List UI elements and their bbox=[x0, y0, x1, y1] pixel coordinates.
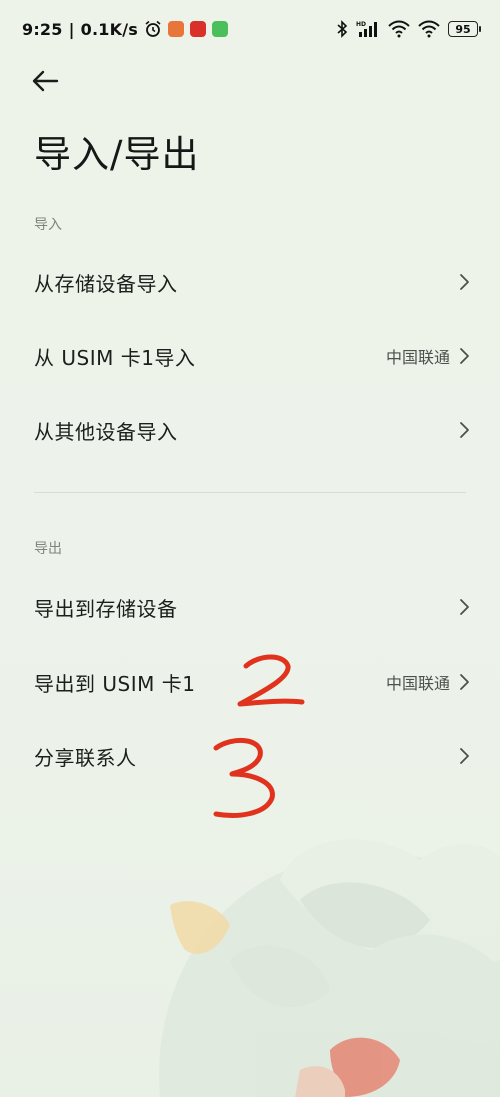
carrier-value: 中国联通 bbox=[385, 674, 450, 693]
hd-label: HD bbox=[356, 21, 366, 28]
import-section-label: 导入 bbox=[34, 217, 62, 233]
chevron-right-icon bbox=[460, 348, 469, 364]
chevron-right-icon bbox=[460, 748, 469, 764]
network-speed: 0.1K/s bbox=[80, 19, 138, 39]
section-divider bbox=[34, 492, 466, 493]
status-separator: | bbox=[68, 19, 75, 39]
bluetooth-icon bbox=[337, 20, 348, 38]
share-contacts-row[interactable]: 分享联系人 bbox=[0, 726, 500, 786]
app-notification-icon-red bbox=[189, 21, 206, 37]
row-label: 导出到存储设备 bbox=[34, 596, 178, 621]
battery-level: 95 bbox=[455, 22, 471, 36]
chevron-right-icon bbox=[460, 599, 469, 615]
chevron-right-icon bbox=[460, 274, 469, 290]
status-left: 9:25 | 0.1K/s bbox=[22, 20, 228, 39]
import-from-usim-row[interactable]: 从 USIM 卡1导入 中国联通 bbox=[0, 326, 500, 386]
export-to-storage-row[interactable]: 导出到存储设备 bbox=[0, 577, 500, 637]
row-right bbox=[458, 747, 470, 765]
row-label: 从 USIM 卡1导入 bbox=[34, 345, 196, 370]
battery-icon: 95 bbox=[448, 21, 481, 37]
row-label: 从其他设备导入 bbox=[34, 419, 178, 444]
chevron-right-icon bbox=[460, 422, 469, 438]
row-right bbox=[458, 598, 470, 616]
cellular-signal-icon: HD bbox=[356, 21, 377, 37]
status-right: HD 95 bbox=[336, 20, 481, 38]
chevron-right-icon bbox=[460, 674, 469, 690]
status-time: 9:25 bbox=[22, 19, 63, 39]
wifi-icon-secondary bbox=[418, 20, 440, 38]
row-right bbox=[458, 273, 470, 291]
import-from-storage-row[interactable]: 从存储设备导入 bbox=[0, 252, 500, 312]
carrier-value: 中国联通 bbox=[385, 348, 450, 367]
back-button[interactable] bbox=[30, 66, 66, 96]
row-right: 中国联通 bbox=[386, 670, 470, 694]
page-title: 导入/导出 bbox=[34, 133, 200, 176]
wifi-icon bbox=[388, 20, 410, 38]
app-notification-icon-green bbox=[211, 21, 228, 37]
row-right bbox=[458, 421, 470, 439]
import-from-other-device-row[interactable]: 从其他设备导入 bbox=[0, 400, 500, 460]
app-notification-icon-orange bbox=[167, 21, 184, 37]
alarm-icon bbox=[145, 20, 161, 37]
export-section-label: 导出 bbox=[34, 541, 62, 557]
export-to-usim-row[interactable]: 导出到 USIM 卡1 中国联通 bbox=[0, 652, 500, 712]
back-arrow-icon bbox=[32, 70, 59, 92]
row-right: 中国联通 bbox=[386, 344, 470, 368]
row-label: 从存储设备导入 bbox=[34, 271, 178, 296]
status-bar: 9:25 | 0.1K/s HD 95 bbox=[0, 0, 500, 58]
row-label: 分享联系人 bbox=[34, 745, 137, 770]
row-label: 导出到 USIM 卡1 bbox=[34, 671, 196, 696]
